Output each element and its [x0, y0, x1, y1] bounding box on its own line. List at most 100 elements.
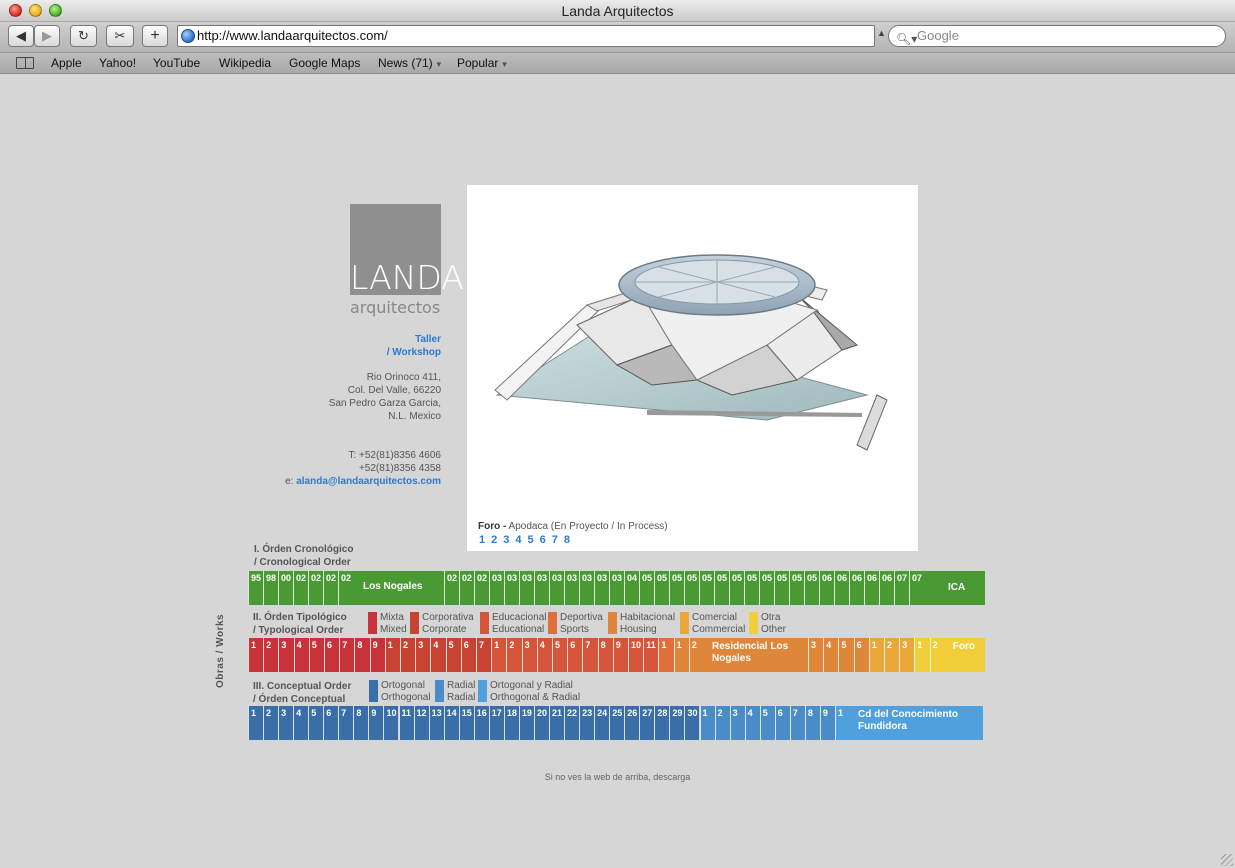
bar-cell[interactable]: 16 — [473, 706, 489, 740]
timeline-cell[interactable]: 02 — [323, 571, 338, 605]
bar-cell[interactable]: 6 — [567, 638, 583, 672]
bar-cell[interactable]: 2 — [506, 638, 522, 672]
bar-cell[interactable]: 30 — [684, 706, 700, 740]
timeline-cell[interactable]: 05 — [699, 571, 714, 605]
page-link[interactable]: 2 — [491, 534, 497, 546]
address-menu-icon[interactable]: ▲ — [877, 28, 886, 38]
timeline-cell[interactable]: 03 — [519, 571, 534, 605]
bar-cell[interactable]: 1 — [834, 706, 850, 740]
page-link[interactable]: 5 — [528, 534, 534, 546]
legend-item[interactable]: Comercial Commercial — [680, 612, 745, 636]
bar-cell[interactable]: 1 — [673, 638, 689, 672]
legend-item[interactable]: Ortogonal Orthogonal — [369, 680, 430, 704]
timeline-cell[interactable]: 04 — [624, 571, 639, 605]
page-link[interactable]: 7 — [552, 534, 558, 546]
bookmark-yahoo[interactable]: Yahoo! — [99, 56, 136, 70]
bar-cell[interactable]: 3 — [729, 706, 745, 740]
bar-cell[interactable]: 5 — [759, 706, 775, 740]
page-link[interactable]: 3 — [503, 534, 509, 546]
bar-cell[interactable]: 29 — [669, 706, 685, 740]
timeline-cell[interactable]: 02 — [308, 571, 323, 605]
bar-cell[interactable]: 18 — [503, 706, 519, 740]
bar-cell[interactable]: 9 — [369, 638, 385, 672]
legend-item[interactable]: Otra Other — [749, 612, 786, 636]
legend-item[interactable]: Ortogonal y Radial Orthogonal & Radial — [478, 680, 580, 704]
search-field[interactable]: 🔍︎▾ Google — [888, 25, 1226, 47]
bookmarks-book-icon[interactable] — [16, 57, 34, 69]
page-link[interactable]: 4 — [515, 534, 521, 546]
timeline-cell[interactable]: 03 — [549, 571, 564, 605]
timeline-cell[interactable]: 03 — [609, 571, 624, 605]
bar-cell[interactable]: 1 — [491, 638, 507, 672]
bar-cell[interactable]: 3 — [521, 638, 537, 672]
legend-item[interactable]: Habitacional Housing — [608, 612, 675, 636]
timeline-cell[interactable]: 02 — [459, 571, 474, 605]
highlight-project-label[interactable]: Los Nogales — [363, 581, 422, 593]
bar-cell[interactable]: 5 — [445, 638, 461, 672]
bar-cell[interactable]: 4 — [430, 638, 446, 672]
bar-cell[interactable]: 28 — [654, 706, 670, 740]
bar-cell[interactable]: 10 — [628, 638, 644, 672]
bar-cell[interactable]: 3 — [278, 706, 294, 740]
bar-cell[interactable]: 3 — [278, 638, 294, 672]
timeline-cell[interactable]: 02 — [474, 571, 489, 605]
bar-cell[interactable]: 4 — [293, 638, 309, 672]
timeline-cell[interactable]: 03 — [534, 571, 549, 605]
bar-cell[interactable]: 4 — [293, 706, 309, 740]
bar-cell[interactable]: 8 — [597, 638, 613, 672]
bar-cell[interactable]: 6 — [460, 638, 476, 672]
timeline-cell[interactable]: 03 — [594, 571, 609, 605]
bar-cell[interactable]: 5 — [308, 638, 324, 672]
bar-cell[interactable]: 6 — [774, 706, 790, 740]
bar-cell[interactable]: 6 — [324, 638, 340, 672]
bar-cell[interactable]: 8 — [354, 638, 370, 672]
timeline-cell[interactable]: 07 — [909, 571, 924, 605]
bar-cell[interactable]: 2 — [263, 706, 279, 740]
timeline-cell[interactable]: 00 — [278, 571, 293, 605]
bar-cell[interactable]: 3 — [899, 638, 915, 672]
bookmark-news[interactable]: News (71) ▼ — [378, 56, 443, 70]
bar-cell[interactable]: 25 — [609, 706, 625, 740]
bar-cell[interactable]: 9 — [819, 706, 835, 740]
timeline-cell[interactable]: 03 — [564, 571, 579, 605]
bar-cell[interactable]: 9 — [368, 706, 384, 740]
bar-cell[interactable]: 10 — [383, 706, 399, 740]
timeline-cell[interactable]: 06 — [834, 571, 849, 605]
timeline-cell[interactable]: 06 — [849, 571, 864, 605]
timeline-cell[interactable]: 03 — [504, 571, 519, 605]
bar-cell[interactable]: 6 — [323, 706, 339, 740]
bar-cell[interactable]: 8 — [804, 706, 820, 740]
bar-cell[interactable]: 20 — [533, 706, 549, 740]
bar-cell[interactable]: 1 — [248, 706, 264, 740]
bar-cell[interactable]: 17 — [488, 706, 504, 740]
legend-item[interactable]: Deportiva Sports — [548, 612, 603, 636]
resize-grip-icon[interactable] — [1221, 854, 1233, 866]
bar-cell[interactable]: 14 — [443, 706, 459, 740]
bar-cell[interactable]: 7 — [339, 638, 355, 672]
bar-cell[interactable]: 3 — [415, 638, 431, 672]
bar-cell[interactable]: 7 — [789, 706, 805, 740]
add-bookmark-button[interactable]: + — [142, 25, 168, 47]
page-link[interactable]: 8 — [564, 534, 570, 546]
bar-cell[interactable]: 21 — [549, 706, 565, 740]
bookmark-youtube[interactable]: YouTube — [153, 56, 200, 70]
timeline-cell[interactable]: 07 — [894, 571, 909, 605]
timeline-cell[interactable]: 05 — [714, 571, 729, 605]
timeline-cell[interactable]: 05 — [639, 571, 654, 605]
timeline-cell[interactable]: 05 — [789, 571, 804, 605]
bar-cell[interactable]: 2 — [714, 706, 730, 740]
bar-cell[interactable]: 1 — [384, 638, 400, 672]
bookmark-apple[interactable]: Apple — [51, 56, 82, 70]
bar-cell[interactable]: 2 — [929, 638, 945, 672]
bar-cell[interactable]: 6 — [853, 638, 869, 672]
end-project-label[interactable]: ICA — [948, 582, 965, 594]
timeline-cell[interactable]: 05 — [729, 571, 744, 605]
bar-cell[interactable]: 7 — [338, 706, 354, 740]
timeline-cell[interactable]: 95 — [248, 571, 263, 605]
timeline-cell[interactable]: 98 — [263, 571, 278, 605]
timeline-cell[interactable]: 05 — [744, 571, 759, 605]
timeline-cell[interactable]: 03 — [489, 571, 504, 605]
back-button[interactable]: ◀ — [8, 25, 34, 47]
bookmark-popular[interactable]: Popular ▼ — [457, 56, 509, 70]
bar-cell[interactable]: 5 — [308, 706, 324, 740]
